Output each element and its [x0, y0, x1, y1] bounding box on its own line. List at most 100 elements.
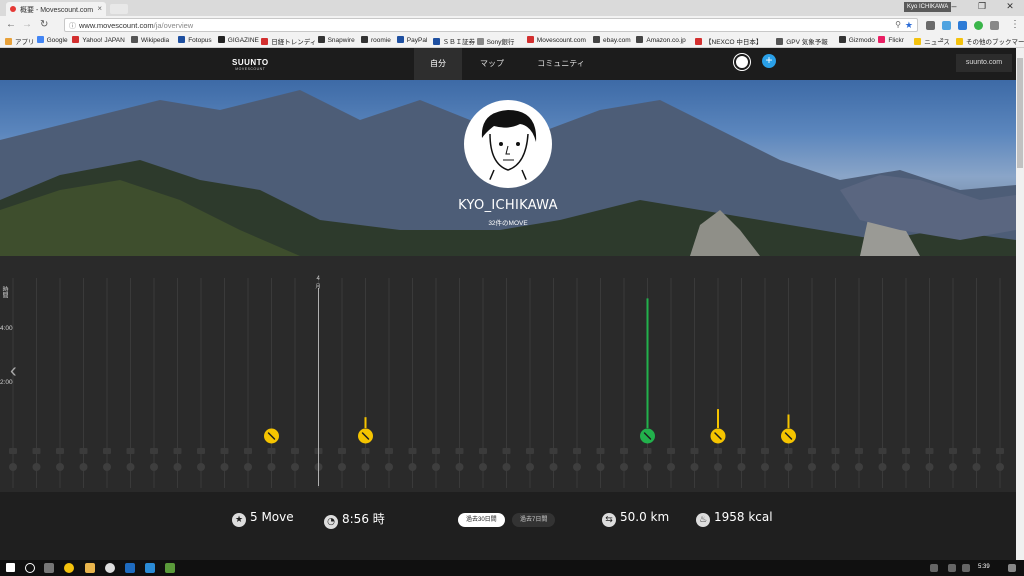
- day-marker[interactable]: [197, 463, 205, 471]
- day-marker[interactable]: [173, 463, 182, 471]
- task-view-icon[interactable]: [44, 563, 54, 573]
- day-marker[interactable]: [784, 463, 793, 471]
- profile-avatar[interactable]: [464, 100, 552, 188]
- nav-tab-me[interactable]: 自分: [414, 48, 462, 80]
- bookmark-item[interactable]: アプリ: [5, 36, 35, 46]
- suunto-site-link[interactable]: suunto.com: [956, 54, 1012, 72]
- chat-extension-icon[interactable]: [958, 21, 967, 30]
- day-marker[interactable]: [925, 463, 934, 471]
- day-marker[interactable]: [949, 463, 957, 471]
- day-marker[interactable]: [596, 463, 605, 471]
- restore-icon[interactable]: ❐: [968, 1, 996, 12]
- day-marker[interactable]: [808, 463, 816, 471]
- forward-icon[interactable]: →: [22, 19, 32, 30]
- bookmark-item[interactable]: Gizmodo: [838, 36, 875, 44]
- bookmark-item[interactable]: Google: [36, 36, 68, 44]
- bookmark-item[interactable]: GPV 気象予報: [776, 36, 828, 46]
- close-window-icon[interactable]: ✕: [996, 1, 1024, 12]
- day-marker[interactable]: [996, 463, 1004, 471]
- day-marker[interactable]: [408, 463, 417, 471]
- day-marker[interactable]: [761, 463, 769, 471]
- day-marker[interactable]: [479, 463, 487, 471]
- cloud-extension-icon[interactable]: [942, 21, 951, 30]
- status-extension-icon[interactable]: [974, 21, 983, 30]
- scrollbar-thumb[interactable]: [1017, 58, 1023, 168]
- day-marker[interactable]: [291, 463, 299, 471]
- day-marker[interactable]: [244, 463, 252, 471]
- day-marker[interactable]: [549, 463, 558, 471]
- day-marker[interactable]: [573, 463, 581, 471]
- day-marker[interactable]: [103, 463, 111, 471]
- user-avatar[interactable]: [734, 54, 750, 70]
- bookmark-item[interactable]: Fotopus: [178, 36, 212, 44]
- day-marker[interactable]: [79, 463, 88, 471]
- notification-icon[interactable]: [1008, 564, 1016, 572]
- bookmark-item[interactable]: Sony銀行: [476, 36, 514, 46]
- day-marker[interactable]: [432, 463, 440, 471]
- bookmark-item[interactable]: Yahoo! JAPAN: [72, 36, 125, 44]
- day-marker[interactable]: [220, 463, 229, 471]
- url-bar[interactable]: ⓘ www.movescount.com/ja/overview ⚲ ★: [64, 18, 918, 32]
- day-marker[interactable]: [831, 463, 840, 471]
- search-icon[interactable]: ⚲: [895, 20, 901, 29]
- day-marker[interactable]: [502, 463, 511, 471]
- day-marker[interactable]: [714, 463, 722, 471]
- day-marker[interactable]: [690, 463, 699, 471]
- chrome-menu-icon[interactable]: ⋮: [1010, 19, 1020, 30]
- cortana-icon[interactable]: [25, 563, 35, 573]
- bookmark-item[interactable]: ニュース: [914, 36, 950, 46]
- day-marker[interactable]: [126, 463, 135, 471]
- day-marker[interactable]: [972, 463, 981, 471]
- bookmark-star-icon[interactable]: ★: [905, 20, 913, 31]
- day-marker[interactable]: [9, 463, 17, 471]
- day-marker[interactable]: [32, 463, 41, 471]
- bookmark-item[interactable]: 日経トレンディ: [261, 36, 316, 46]
- period-30-days-button[interactable]: 過去30日間: [458, 513, 505, 527]
- bookmark-item[interactable]: Amazon.co.jp: [636, 36, 686, 44]
- volume-icon[interactable]: [948, 564, 956, 572]
- menu-extension-icon[interactable]: [990, 21, 999, 30]
- extension-icon[interactable]: [926, 21, 935, 30]
- windows-start-icon[interactable]: [6, 563, 15, 572]
- period-7-days-button[interactable]: 過去7日間: [512, 513, 556, 527]
- minimize-icon[interactable]: –: [940, 1, 968, 11]
- more-bookmarks-chevron-icon[interactable]: »: [940, 36, 944, 43]
- bookmark-item[interactable]: Snapwire: [317, 36, 355, 44]
- day-marker[interactable]: [385, 463, 393, 471]
- bookmark-item[interactable]: roomie: [361, 36, 391, 44]
- reload-icon[interactable]: ↻: [40, 19, 48, 30]
- nav-tab-map[interactable]: マップ: [468, 48, 516, 80]
- app2-taskbar-icon[interactable]: [165, 563, 175, 573]
- day-marker[interactable]: [338, 463, 346, 471]
- nav-tab-community[interactable]: コミュニティ: [526, 48, 596, 80]
- day-marker[interactable]: [902, 463, 910, 471]
- back-icon[interactable]: ←: [6, 19, 16, 30]
- day-marker[interactable]: [643, 463, 652, 471]
- new-tab-button[interactable]: [110, 4, 128, 14]
- day-marker[interactable]: [855, 463, 863, 471]
- other-bookmarks-folder[interactable]: その他のブックマーク: [956, 36, 1024, 46]
- bookmark-item[interactable]: Wikipedia: [131, 36, 169, 44]
- chevron-left-icon[interactable]: ‹: [10, 360, 17, 383]
- bookmark-item[interactable]: GIGAZINE: [217, 36, 259, 44]
- day-marker[interactable]: [620, 463, 628, 471]
- close-tab-icon[interactable]: ×: [97, 4, 102, 13]
- editor-taskbar-icon[interactable]: [125, 563, 135, 573]
- day-marker[interactable]: [667, 463, 675, 471]
- bookmark-item[interactable]: 【NEXCO 中日本】: [695, 36, 762, 46]
- suunto-logo[interactable]: SUUNTO MOVESCOUNT: [232, 58, 269, 71]
- page-scrollbar[interactable]: [1016, 48, 1024, 560]
- day-marker[interactable]: [56, 463, 64, 471]
- battery-icon[interactable]: [962, 564, 970, 572]
- day-marker[interactable]: [878, 463, 887, 471]
- day-marker[interactable]: [150, 463, 158, 471]
- day-marker[interactable]: [455, 463, 464, 471]
- day-marker[interactable]: [361, 463, 370, 471]
- chrome-taskbar-icon[interactable]: [64, 563, 74, 573]
- day-marker[interactable]: [737, 463, 746, 471]
- bookmark-item[interactable]: Flickr: [878, 36, 904, 44]
- bookmark-item[interactable]: ＳＢＩ証券: [432, 36, 475, 46]
- page-info-icon[interactable]: ⓘ: [69, 21, 76, 31]
- bookmark-item[interactable]: Movescount.com: [526, 36, 586, 44]
- day-marker[interactable]: [267, 463, 276, 471]
